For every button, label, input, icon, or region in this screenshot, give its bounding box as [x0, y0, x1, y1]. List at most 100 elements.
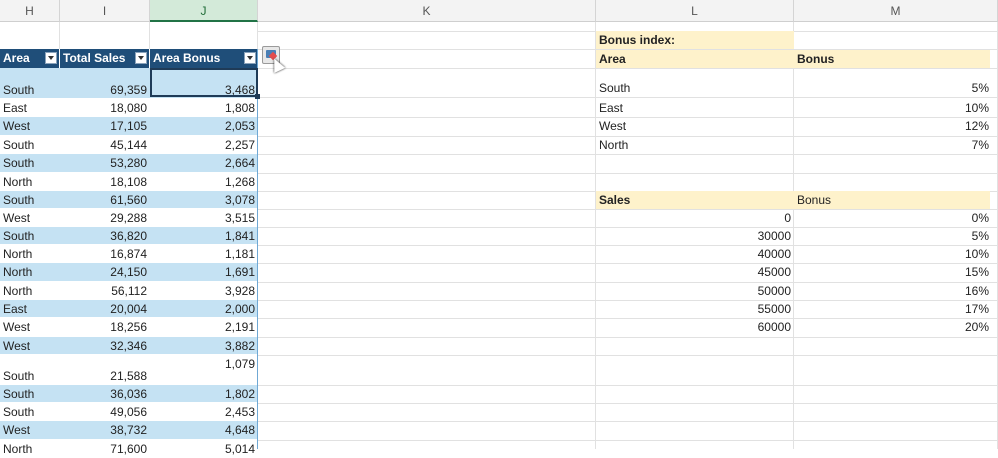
sales-threshold[interactable]: 0 [596, 209, 794, 227]
area-cell[interactable]: West [0, 209, 60, 227]
area-cell[interactable]: West [0, 117, 60, 136]
area-bonus-cell[interactable]: 2,053 [150, 117, 258, 136]
total-sales-cell[interactable]: 20,004 [60, 300, 150, 318]
area-bonus-cell[interactable]: 3,882 [150, 337, 258, 355]
total-sales-cell[interactable]: 45,144 [60, 136, 150, 154]
total-sales-cell[interactable]: 53,280 [60, 154, 150, 173]
area-bonus-cell[interactable]: 3,515 [150, 209, 258, 227]
area-cell[interactable]: South [0, 68, 60, 99]
area-cell[interactable]: East [0, 99, 60, 117]
area-bonus-cell[interactable]: 3,928 [150, 282, 258, 300]
total-sales-cell[interactable]: 16,874 [60, 245, 150, 263]
bonus-index-area[interactable]: West [596, 117, 794, 135]
filter-dropdown-icon[interactable] [135, 52, 147, 64]
bonus-index-header-area[interactable]: Area [596, 50, 794, 68]
area-bonus-cell[interactable]: 1,841 [150, 227, 258, 245]
area-cell[interactable]: West [0, 421, 60, 440]
table-header-total-sales[interactable]: Total Sales [60, 49, 150, 68]
total-sales-cell[interactable]: 21,588 [60, 355, 150, 385]
column-header-m[interactable]: M [794, 0, 998, 22]
bonus-index-title[interactable]: Bonus index: [596, 31, 794, 49]
area-bonus-cell[interactable]: 2,191 [150, 318, 258, 337]
total-sales-cell[interactable]: 24,150 [60, 263, 150, 282]
total-sales-cell[interactable]: 18,080 [60, 99, 150, 117]
filter-dropdown-icon[interactable] [244, 52, 256, 64]
fill-handle[interactable] [255, 94, 260, 99]
area-cell[interactable]: South [0, 154, 60, 173]
area-bonus-cell[interactable]: 5,014 [150, 440, 258, 458]
bonus-index-bonus[interactable]: 7% [794, 136, 992, 154]
total-sales-cell[interactable]: 18,256 [60, 318, 150, 337]
total-sales-cell[interactable]: 18,108 [60, 173, 150, 191]
area-bonus-cell[interactable]: 1,691 [150, 263, 258, 282]
sales-bonus-rate[interactable]: 17% [794, 300, 992, 318]
area-cell[interactable]: West [0, 318, 60, 337]
area-bonus-cell[interactable]: 1,808 [150, 99, 258, 117]
total-sales-cell[interactable]: 38,732 [60, 421, 150, 440]
total-sales-cell[interactable]: 36,036 [60, 385, 150, 403]
area-cell[interactable]: South [0, 403, 60, 421]
column-header-l[interactable]: L [596, 0, 794, 22]
column-header-k[interactable]: K [258, 0, 596, 22]
total-sales-cell[interactable]: 29,288 [60, 209, 150, 227]
bonus-index-area[interactable]: East [596, 99, 794, 117]
total-sales-cell[interactable]: 36,820 [60, 227, 150, 245]
area-cell[interactable]: North [0, 245, 60, 263]
bonus-index-area[interactable]: South [596, 79, 794, 97]
area-cell[interactable]: South [0, 136, 60, 154]
area-bonus-cell[interactable]: 4,648 [150, 421, 258, 440]
sales-bonus-header-bonus[interactable]: Bonus [794, 191, 990, 209]
area-bonus-cell[interactable]: 2,000 [150, 300, 258, 318]
area-cell[interactable]: East [0, 300, 60, 318]
area-cell[interactable]: West [0, 337, 60, 355]
area-cell[interactable]: North [0, 282, 60, 300]
sales-bonus-rate[interactable]: 20% [794, 318, 992, 336]
area-bonus-cell[interactable]: 2,257 [150, 136, 258, 154]
sales-bonus-rate[interactable]: 0% [794, 209, 992, 227]
area-bonus-cell[interactable]: 1,802 [150, 385, 258, 403]
area-bonus-cell[interactable]: 3,078 [150, 191, 258, 209]
sales-threshold[interactable]: 50000 [596, 282, 794, 300]
total-sales-cell[interactable]: 69,359 [60, 68, 150, 99]
area-bonus-cell[interactable]: 1,181 [150, 245, 258, 263]
bonus-index-bonus[interactable]: 10% [794, 99, 992, 117]
sales-bonus-rate[interactable]: 5% [794, 227, 992, 245]
column-header-j[interactable]: J [150, 0, 258, 22]
total-sales-cell[interactable]: 61,560 [60, 191, 150, 209]
sales-threshold[interactable]: 45000 [596, 263, 794, 281]
area-bonus-cell[interactable]: 1,079 [150, 355, 258, 385]
area-bonus-cell[interactable]: 1,268 [150, 173, 258, 191]
sales-threshold[interactable]: 55000 [596, 300, 794, 318]
table-header-area-bonus[interactable]: Area Bonus [150, 49, 258, 68]
area-bonus-cell[interactable]: 2,453 [150, 403, 258, 421]
bonus-index-bonus[interactable]: 5% [794, 79, 992, 97]
sales-bonus-header-sales[interactable]: Sales [596, 191, 794, 209]
column-header-h[interactable]: H [0, 0, 60, 22]
total-sales-cell[interactable]: 17,105 [60, 117, 150, 136]
area-cell[interactable]: South [0, 385, 60, 403]
sales-threshold[interactable]: 40000 [596, 245, 794, 263]
bonus-index-bonus[interactable]: 12% [794, 117, 992, 135]
area-cell[interactable]: North [0, 263, 60, 282]
area-cell[interactable]: South [0, 227, 60, 245]
bonus-index-header-bonus[interactable]: Bonus [794, 50, 990, 68]
active-cell-selection[interactable] [150, 68, 258, 97]
total-sales-cell[interactable]: 71,600 [60, 440, 150, 458]
area-bonus-cell[interactable]: 2,664 [150, 154, 258, 173]
table-header-area[interactable]: Area [0, 49, 60, 68]
area-cell[interactable]: North [0, 173, 60, 191]
column-header-i[interactable]: I [60, 0, 150, 22]
area-cell[interactable]: South [0, 191, 60, 209]
sales-bonus-rate[interactable]: 15% [794, 263, 992, 281]
area-cell[interactable]: North [0, 440, 60, 458]
sales-threshold[interactable]: 60000 [596, 318, 794, 336]
bonus-index-area[interactable]: North [596, 136, 794, 154]
sales-threshold[interactable]: 30000 [596, 227, 794, 245]
filter-dropdown-icon[interactable] [45, 52, 57, 64]
total-sales-cell[interactable]: 56,112 [60, 282, 150, 300]
total-sales-cell[interactable]: 49,056 [60, 403, 150, 421]
area-cell[interactable]: South [0, 355, 60, 385]
total-sales-cell[interactable]: 32,346 [60, 337, 150, 355]
sales-bonus-rate[interactable]: 16% [794, 282, 992, 300]
sales-bonus-rate[interactable]: 10% [794, 245, 992, 263]
